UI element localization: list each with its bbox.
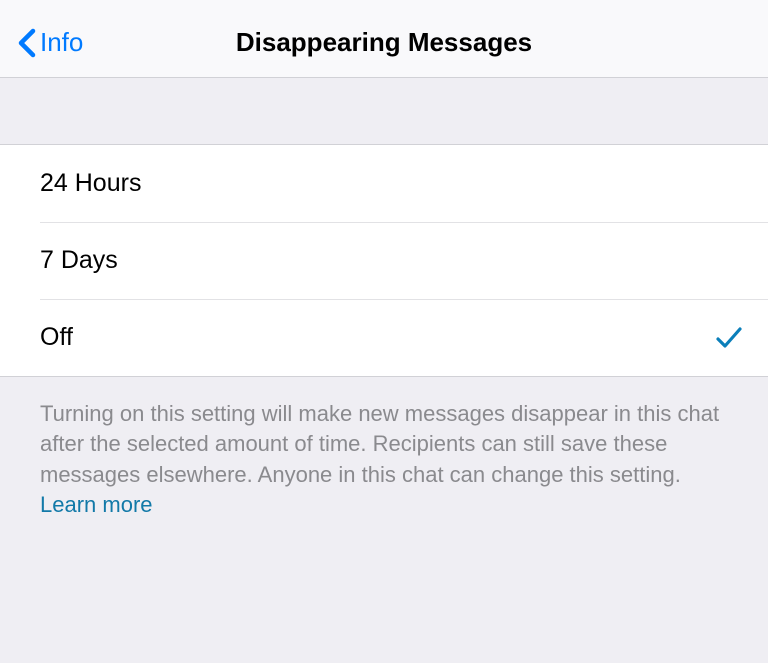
footer-description: Turning on this setting will make new me… xyxy=(0,377,768,520)
checkmark-icon xyxy=(716,326,742,350)
chevron-left-icon xyxy=(18,28,36,58)
option-7-days[interactable]: 7 Days xyxy=(0,222,768,299)
learn-more-link[interactable]: Learn more xyxy=(40,492,153,517)
option-label: 24 Hours xyxy=(40,169,141,198)
page-title: Disappearing Messages xyxy=(236,27,532,58)
option-label: Off xyxy=(40,323,73,352)
header-bar: Info Disappearing Messages xyxy=(0,0,768,78)
option-off[interactable]: Off xyxy=(0,299,768,376)
footer-text: Turning on this setting will make new me… xyxy=(40,399,742,520)
option-24-hours[interactable]: 24 Hours xyxy=(0,145,768,222)
section-spacer: WABETAINFO xyxy=(0,78,768,144)
option-label: 7 Days xyxy=(40,246,118,275)
footer-body: Turning on this setting will make new me… xyxy=(40,401,719,487)
options-list: 24 Hours 7 Days Off xyxy=(0,144,768,377)
back-button[interactable]: Info xyxy=(0,27,83,58)
back-label: Info xyxy=(40,27,83,58)
